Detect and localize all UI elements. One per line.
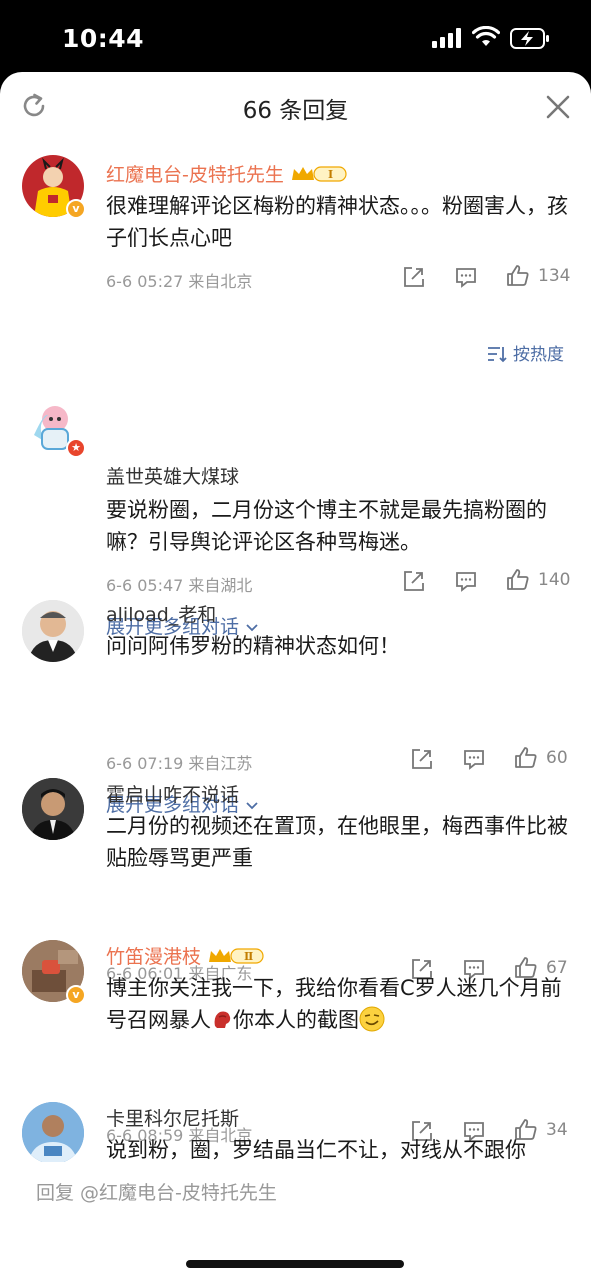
like-button[interactable]: 134 bbox=[506, 264, 570, 290]
like-count: 140 bbox=[538, 570, 571, 590]
avatar[interactable] bbox=[22, 1102, 84, 1162]
username-text: 红魔电台-皮特托先生 bbox=[106, 164, 284, 186]
username[interactable]: 霍启山咋不说话 bbox=[106, 780, 239, 807]
like-button[interactable]: 60 bbox=[514, 746, 568, 772]
cellular-signal-icon bbox=[432, 28, 461, 48]
battery-charging-icon bbox=[510, 28, 549, 49]
avatar-image bbox=[22, 600, 84, 662]
boxing-glove-emoji-icon bbox=[214, 1011, 231, 1028]
replies-sheet: 66 条回复 v 红魔电台-皮特托先生 Ⅰ 很难理解评论区梅粉的精神状态。。。粉圈… bbox=[0, 72, 591, 1280]
username[interactable]: 红魔电台-皮特托先生 Ⅰ bbox=[106, 160, 348, 187]
verified-badge: v bbox=[66, 199, 86, 219]
member-crown-icon: Ⅱ bbox=[209, 948, 264, 964]
reply-item[interactable]: 卡里科尔尼托斯 说到粉，圈，罗结晶当仁不让，对线从不跟你 bbox=[0, 1100, 591, 1162]
smirk-emoji-icon bbox=[359, 1006, 385, 1032]
comment-icon bbox=[464, 750, 484, 770]
thumbs-up-icon bbox=[507, 569, 529, 590]
member-level-text: Ⅰ bbox=[328, 168, 333, 181]
wifi-icon bbox=[472, 26, 500, 46]
share-button[interactable] bbox=[402, 569, 426, 595]
reply-input-placeholder[interactable]: 回复 @红魔电台-皮特托先生 bbox=[36, 1178, 277, 1205]
comment-meta: 6-6 05:47 来自湖北 bbox=[106, 572, 252, 596]
sort-label: 按热度 bbox=[513, 345, 564, 365]
verified-badge: v bbox=[66, 985, 86, 1005]
username-text: 竹笛漫港枝 bbox=[106, 946, 202, 968]
comment-text: 很难理解评论区梅粉的精神状态。。。粉圈害人，孩子们长点心吧 bbox=[106, 194, 568, 250]
comment-time: 6-6 07:19 bbox=[106, 754, 184, 773]
user-level-badge: ★ bbox=[66, 438, 86, 458]
comment-location: 来自江苏 bbox=[188, 754, 253, 773]
sort-icon bbox=[488, 347, 507, 363]
comment-time: 6-6 05:27 bbox=[106, 272, 184, 291]
member-crown-icon: Ⅰ bbox=[291, 166, 347, 182]
sort-by-hot-button[interactable]: 按热度 bbox=[487, 340, 564, 365]
thumbs-up-icon bbox=[507, 265, 529, 286]
comment-text: 要说粉圈，二月份这个博主不就是最先搞粉圈的嘛？引导舆论评论区各种骂梅迷。 bbox=[106, 498, 547, 554]
username[interactable]: 盖世英雄大煤球 bbox=[106, 462, 239, 489]
reply-button[interactable] bbox=[454, 265, 478, 291]
share-icon bbox=[412, 749, 432, 769]
comment-meta: 6-6 05:27 来自北京 bbox=[106, 268, 252, 292]
username[interactable]: 竹笛漫港枝 Ⅱ bbox=[106, 942, 265, 969]
share-icon bbox=[404, 267, 424, 287]
avatar[interactable] bbox=[22, 600, 84, 662]
comment-location: 来自北京 bbox=[188, 272, 253, 291]
comment-text: 说到粉，圈，罗结晶当仁不让，对线从不跟你 bbox=[106, 1138, 526, 1162]
avatar-image bbox=[22, 778, 84, 840]
like-count: 60 bbox=[546, 748, 568, 768]
status-time: 10:44 bbox=[62, 24, 145, 53]
comment-time: 6-6 05:47 bbox=[106, 576, 184, 595]
member-level-text: Ⅱ bbox=[244, 950, 253, 963]
sheet-title: 66 条回复 bbox=[242, 98, 349, 124]
sheet-header: 66 条回复 bbox=[0, 72, 591, 142]
comment-location: 来自湖北 bbox=[188, 576, 253, 595]
reply-button[interactable] bbox=[462, 747, 486, 773]
comment-icon bbox=[456, 572, 476, 592]
comment-text: 博主你关注我一下，我给你看看C罗人迷几个月前号召网暴人 你本人的截图 bbox=[106, 972, 576, 1036]
like-count: 134 bbox=[538, 266, 571, 286]
comment-text: 问问阿伟罗粉的精神状态如何！ bbox=[106, 634, 400, 658]
reply-input-bar[interactable]: 回复 @红魔电台-皮特托先生 bbox=[0, 1164, 591, 1224]
share-button[interactable] bbox=[410, 747, 434, 773]
comment-text-part: 你本人的截图 bbox=[233, 1008, 359, 1032]
home-indicator[interactable] bbox=[186, 1260, 404, 1268]
status-bar: 10:44 bbox=[0, 0, 591, 72]
username[interactable]: 卡里科尔尼托斯 bbox=[106, 1104, 239, 1131]
thumbs-up-icon bbox=[515, 747, 537, 768]
reply-button[interactable] bbox=[454, 569, 478, 595]
close-icon[interactable] bbox=[545, 94, 571, 120]
avatar-image bbox=[22, 1102, 84, 1162]
comment-meta: 6-6 07:19 来自江苏 bbox=[106, 750, 252, 774]
share-button[interactable] bbox=[402, 265, 426, 291]
like-button[interactable]: 140 bbox=[506, 568, 570, 594]
comment-text: 二月份的视频还在置顶，在他眼里，梅西事件比被贴脸辱骂更严重 bbox=[106, 814, 568, 870]
username[interactable]: aliload_老和 bbox=[106, 600, 216, 627]
share-icon bbox=[404, 571, 424, 591]
comment-icon bbox=[456, 268, 476, 288]
avatar[interactable] bbox=[22, 778, 84, 840]
